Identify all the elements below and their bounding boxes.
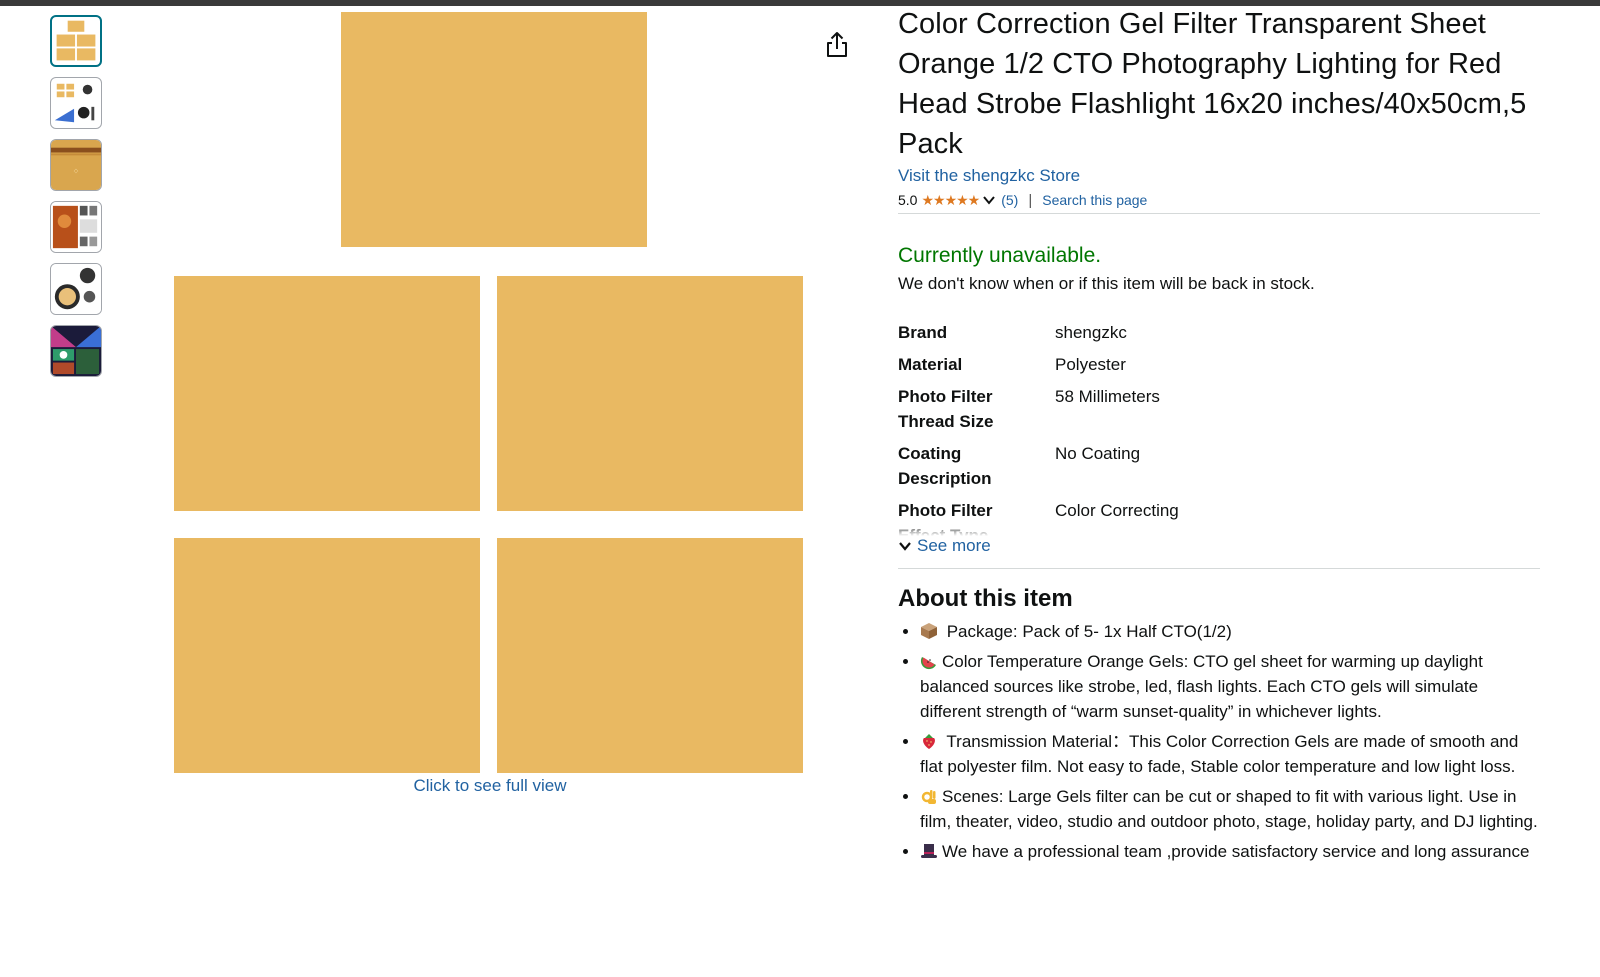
list-item: Transmission Material：This Color Correct…: [920, 729, 1540, 779]
spec-row: Material Polyester: [898, 352, 1540, 377]
list-item: Color Temperature Orange Gels: CTO gel s…: [920, 649, 1540, 724]
search-this-page-link[interactable]: Search this page: [1042, 192, 1147, 208]
see-more-button[interactable]: See more: [898, 536, 1540, 556]
bullet-text: Transmission Material：This Color Correct…: [920, 732, 1519, 776]
spec-key: Material: [898, 355, 963, 374]
spec-key: Brand: [898, 323, 948, 342]
gel-sheet-bottom-left: [174, 538, 480, 773]
stock-note: We don't know when or if this item will …: [898, 274, 1315, 293]
gel-sheet-middle-left: [174, 276, 480, 511]
bullet-text: Color Temperature Orange Gels: CTO gel s…: [920, 652, 1483, 721]
chevron-down-icon: [899, 542, 911, 551]
spec-value: Color Correcting: [1055, 501, 1179, 520]
spec-key: Photo Filter Effect Type: [898, 501, 993, 536]
spec-value: Polyester: [1055, 355, 1126, 374]
divider: [898, 213, 1540, 214]
thumbnail-strip: ◇: [50, 15, 102, 387]
thumbnail-round-gel[interactable]: [50, 263, 102, 315]
gel-sheet-middle-right: [497, 276, 803, 511]
thumbnail-gel-roll[interactable]: ◇: [50, 139, 102, 191]
rating-count-link[interactable]: (5): [1001, 192, 1018, 208]
thumbnail-gel-sheets[interactable]: [50, 15, 102, 67]
about-title: About this item: [898, 585, 1073, 612]
spec-value: 58 Millimeters: [1055, 387, 1160, 406]
gel-sheet-top: [341, 12, 647, 247]
thumbnail-lighting-setup[interactable]: [50, 77, 102, 129]
divider: [898, 568, 1540, 569]
spec-row: Photo Filter Thread Size 58 Millimeters: [898, 384, 1540, 434]
main-product-image[interactable]: [172, 10, 806, 776]
thumbnail-warm-portrait[interactable]: [50, 201, 102, 253]
rating-value: 5.0: [898, 192, 918, 208]
spec-value: No Coating: [1055, 444, 1141, 463]
list-item: Package: Pack of 5- 1x Half CTO(1/2): [920, 619, 1540, 644]
availability-status: Currently unavailable.: [898, 244, 1102, 267]
bullet-text: Scenes: Large Gels filter can be cut or …: [920, 787, 1538, 831]
svg-text:◇: ◇: [74, 169, 79, 175]
see-full-view-link[interactable]: Click to see full view: [380, 776, 600, 796]
list-item: Scenes: Large Gels filter can be cut or …: [920, 784, 1540, 834]
package-emoji-icon: [921, 623, 937, 639]
product-details-column: Color Correction Gel Filter Transparent …: [898, 4, 1540, 869]
gel-sheet-bottom-right: [497, 538, 803, 773]
separator: |: [1028, 191, 1033, 209]
star-rating-icon[interactable]: ★★★★★: [921, 192, 980, 209]
product-specs-table: Brand shengzkc Material Polyester Photo …: [898, 320, 1540, 536]
rating-row: 5.0 ★★★★★ (5) | Search this page: [898, 191, 1540, 209]
spec-row: Coating Description No Coating: [898, 441, 1540, 491]
share-icon[interactable]: [824, 30, 850, 60]
bullet-text: Package: Pack of 5- 1x Half CTO(1/2): [942, 622, 1232, 641]
about-bullets: Package: Pack of 5- 1x Half CTO(1/2) Col…: [898, 619, 1540, 864]
watermelon-emoji-icon: [920, 657, 936, 670]
chevron-down-icon[interactable]: [982, 193, 996, 207]
spec-row: Photo Filter Effect Type Color Correctin…: [898, 498, 1540, 536]
thumbnail-stage-lighting[interactable]: [50, 325, 102, 377]
ok-hand-emoji-icon: [921, 790, 936, 804]
spec-value: shengzkc: [1055, 323, 1127, 342]
list-item: We have a professional team ,provide sat…: [920, 839, 1540, 864]
strawberry-emoji-icon: [923, 734, 935, 749]
spec-key: Coating Description: [898, 444, 992, 488]
see-more-label: See more: [917, 536, 991, 555]
spec-row: Brand shengzkc: [898, 320, 1540, 345]
product-title: Color Correction Gel Filter Transparent …: [898, 8, 1527, 160]
spec-key: Photo Filter Thread Size: [898, 387, 994, 431]
bullet-text: We have a professional team ,provide sat…: [942, 842, 1530, 861]
top-hat-emoji-icon: [921, 844, 937, 858]
store-link[interactable]: Visit the shengzkc Store: [898, 166, 1540, 186]
